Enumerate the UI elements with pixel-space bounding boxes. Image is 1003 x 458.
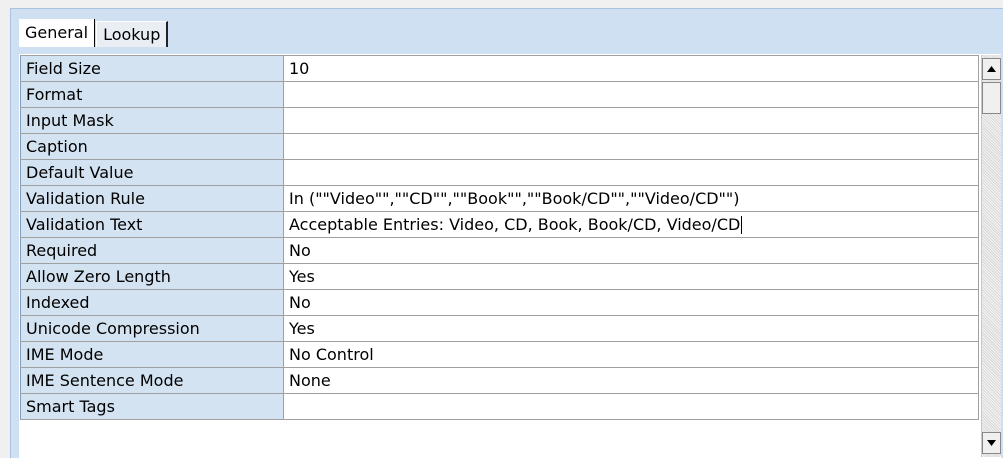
property-row[interactable]: Indexed No [20,289,979,316]
property-value-field[interactable] [283,81,979,108]
property-row[interactable]: IME Sentence Mode None [20,367,979,394]
property-tabs: General Lookup [19,19,169,47]
property-row[interactable]: Unicode Compression Yes [20,315,979,342]
scrollbar-thumb[interactable] [982,82,1001,114]
property-value-field[interactable] [283,107,979,134]
property-name[interactable]: Indexed [20,289,284,316]
vertical-scrollbar[interactable] [981,55,1001,457]
property-name[interactable]: Caption [20,133,284,160]
property-value: Acceptable Entries: Video, CD, Book, Boo… [289,214,741,234]
property-value: None [289,371,331,390]
property-value: Yes [289,267,315,286]
property-name[interactable]: IME Mode [20,341,284,368]
property-grid: Field Size 10 Format Input Mask Caption Defau… [19,54,1001,458]
property-row[interactable]: Caption [20,133,979,160]
property-name[interactable]: Input Mask [20,107,284,134]
scroll-up-arrow-icon [987,66,996,72]
property-row[interactable]: IME Mode No Control [20,341,979,368]
property-value-field[interactable]: Yes [283,263,979,290]
property-row[interactable]: Validation Rule In (""Video"",""CD"",""Bo… [20,185,979,212]
property-value-field[interactable]: Yes [283,315,979,342]
property-name[interactable]: Unicode Compression [20,315,284,342]
property-name[interactable]: Field Size [20,55,284,82]
property-value-field[interactable] [283,159,979,186]
scroll-up-button[interactable] [982,58,1001,80]
property-value-field[interactable]: No [283,289,979,316]
property-value-field[interactable]: None [283,367,979,394]
property-row[interactable]: Input Mask [20,107,979,134]
property-value: Yes [289,319,315,338]
property-name[interactable]: Allow Zero Length [20,263,284,290]
property-value: 10 [289,59,310,78]
property-row[interactable]: Smart Tags [20,393,979,420]
property-value-field[interactable] [283,393,979,420]
property-table: Field Size 10 Format Input Mask Caption Defau… [20,55,979,420]
property-name[interactable]: Format [20,81,284,108]
property-value: No Control [289,345,374,364]
property-row[interactable]: Validation Text Acceptable Entries: Video… [20,211,979,238]
field-properties-pane: General Lookup Field Size 10 Format Input M… [10,8,1003,458]
property-value-field[interactable]: No [283,237,979,264]
property-name[interactable]: Validation Rule [20,185,284,212]
scroll-down-button[interactable] [982,432,1001,454]
property-value-field[interactable] [283,133,979,160]
property-value-field[interactable]: 10 [283,55,979,82]
property-value: No [289,293,311,312]
tab-lookup[interactable]: Lookup [96,21,169,47]
property-name[interactable]: IME Sentence Mode [20,367,284,394]
scroll-down-arrow-icon [987,440,996,446]
text-cursor [741,216,743,235]
property-value-field[interactable]: Acceptable Entries: Video, CD, Book, Boo… [283,211,979,238]
property-row[interactable]: Required No [20,237,979,264]
property-name[interactable]: Required [20,237,284,264]
property-row[interactable]: Field Size 10 [20,55,979,82]
property-value: No [289,241,311,260]
property-value-field[interactable]: No Control [283,341,979,368]
property-name[interactable]: Validation Text [20,211,284,238]
tab-general[interactable]: General [19,19,96,47]
property-row[interactable]: Default Value [20,159,979,186]
property-value-field[interactable]: In (""Video"",""CD"",""Book"",""Book/CD"… [283,185,979,212]
property-value: In (""Video"",""CD"",""Book"",""Book/CD"… [289,189,740,208]
property-row[interactable]: Allow Zero Length Yes [20,263,979,290]
property-name[interactable]: Default Value [20,159,284,186]
property-name[interactable]: Smart Tags [20,393,284,420]
property-row[interactable]: Format [20,81,979,108]
